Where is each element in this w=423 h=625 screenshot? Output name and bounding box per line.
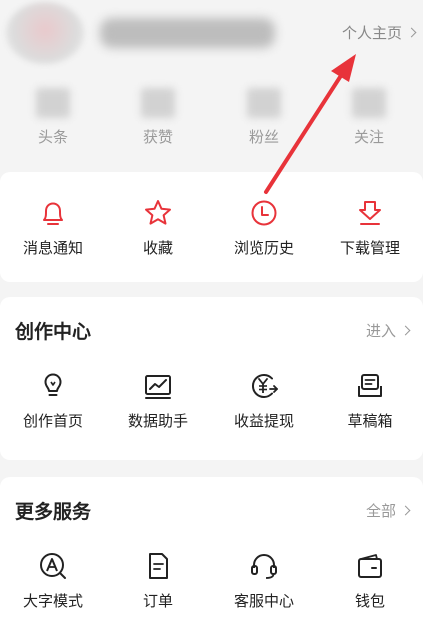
creator-item-label: 收益提现: [233, 412, 294, 430]
more-services-all-link[interactable]: 全部: [365, 500, 411, 521]
line-chart-icon: [145, 375, 171, 399]
download-icon: [359, 201, 381, 225]
more-services-all-label: 全部: [365, 501, 396, 520]
quick-action-favorites[interactable]: 收藏: [108, 197, 208, 258]
service-item-label: 订单: [142, 592, 173, 610]
service-item-customer-service[interactable]: 客服中心: [214, 550, 314, 611]
service-item-orders[interactable]: 订单: [108, 550, 208, 611]
creator-center-title: 创作中心: [15, 320, 92, 343]
stat-followers[interactable]: 粉丝: [224, 88, 304, 147]
service-item-label: 大字模式: [22, 592, 83, 610]
profile-stats: 头条 获赞 粉丝 关注: [0, 88, 423, 150]
service-item-wallet[interactable]: 钱包: [320, 550, 420, 611]
chevron-right-icon: [400, 505, 411, 515]
creator-item-label: 草稿箱: [347, 412, 393, 430]
service-item-label: 钱包: [354, 592, 385, 610]
stat-likes[interactable]: 获赞: [118, 88, 198, 147]
quick-action-label: 下载管理: [339, 239, 400, 257]
personal-homepage-label: 个人主页: [341, 24, 402, 42]
creator-center-card: 创作中心 进入 创作首页 数据助手 收益提现 草稿箱: [0, 297, 423, 460]
draft-box-icon: [358, 374, 382, 397]
creator-item-drafts[interactable]: 草稿箱: [320, 370, 420, 431]
quick-action-notifications[interactable]: 消息通知: [3, 197, 103, 258]
bell-icon: [43, 202, 63, 225]
creator-item-label: 创作首页: [22, 412, 83, 430]
star-icon: [145, 200, 171, 225]
service-item-large-font[interactable]: 大字模式: [3, 550, 103, 611]
quick-action-downloads[interactable]: 下载管理: [320, 197, 420, 258]
quick-actions-card: 消息通知 收藏 浏览历史 下载管理: [0, 172, 423, 282]
clock-icon: [251, 200, 277, 226]
more-services-title: 更多服务: [15, 500, 92, 523]
font-size-icon: [40, 553, 66, 579]
quick-action-label: 浏览历史: [233, 239, 294, 257]
creator-center-enter-link[interactable]: 进入: [365, 320, 411, 341]
creator-item-home[interactable]: 创作首页: [3, 370, 103, 431]
personal-homepage-link[interactable]: 个人主页: [341, 22, 417, 43]
avatar[interactable]: [6, 2, 84, 64]
stat-value-blurred: [352, 88, 386, 118]
stat-label: 头条: [37, 128, 68, 146]
chevron-right-icon: [400, 325, 411, 335]
stat-following[interactable]: 关注: [329, 88, 409, 147]
creator-item-label: 数据助手: [127, 412, 188, 430]
wallet-icon: [358, 554, 382, 578]
quick-action-label: 消息通知: [22, 239, 83, 257]
stat-headlines[interactable]: 头条: [13, 88, 93, 147]
stat-value-blurred: [36, 88, 70, 118]
stat-label: 关注: [353, 128, 384, 146]
stat-value-blurred: [141, 88, 175, 118]
headset-icon: [251, 554, 277, 579]
chevron-right-icon: [406, 27, 417, 38]
lightbulb-icon: [44, 373, 62, 396]
creator-item-earnings[interactable]: 收益提现: [214, 370, 314, 431]
service-item-label: 客服中心: [233, 592, 294, 610]
order-icon: [149, 553, 168, 579]
yuan-coin-icon: [251, 374, 278, 398]
stat-value-blurred: [247, 88, 281, 118]
quick-action-history[interactable]: 浏览历史: [214, 197, 314, 258]
stat-label: 获赞: [142, 128, 173, 146]
more-services-card: 更多服务 全部 大字模式 订单 客服中心 钱包: [0, 477, 423, 625]
stat-label: 粉丝: [248, 128, 279, 146]
creator-item-data[interactable]: 数据助手: [108, 370, 208, 431]
quick-action-label: 收藏: [142, 239, 173, 257]
username-blurred: [100, 18, 275, 48]
creator-center-enter-label: 进入: [365, 321, 396, 340]
profile-header: 个人主页: [0, 0, 423, 70]
